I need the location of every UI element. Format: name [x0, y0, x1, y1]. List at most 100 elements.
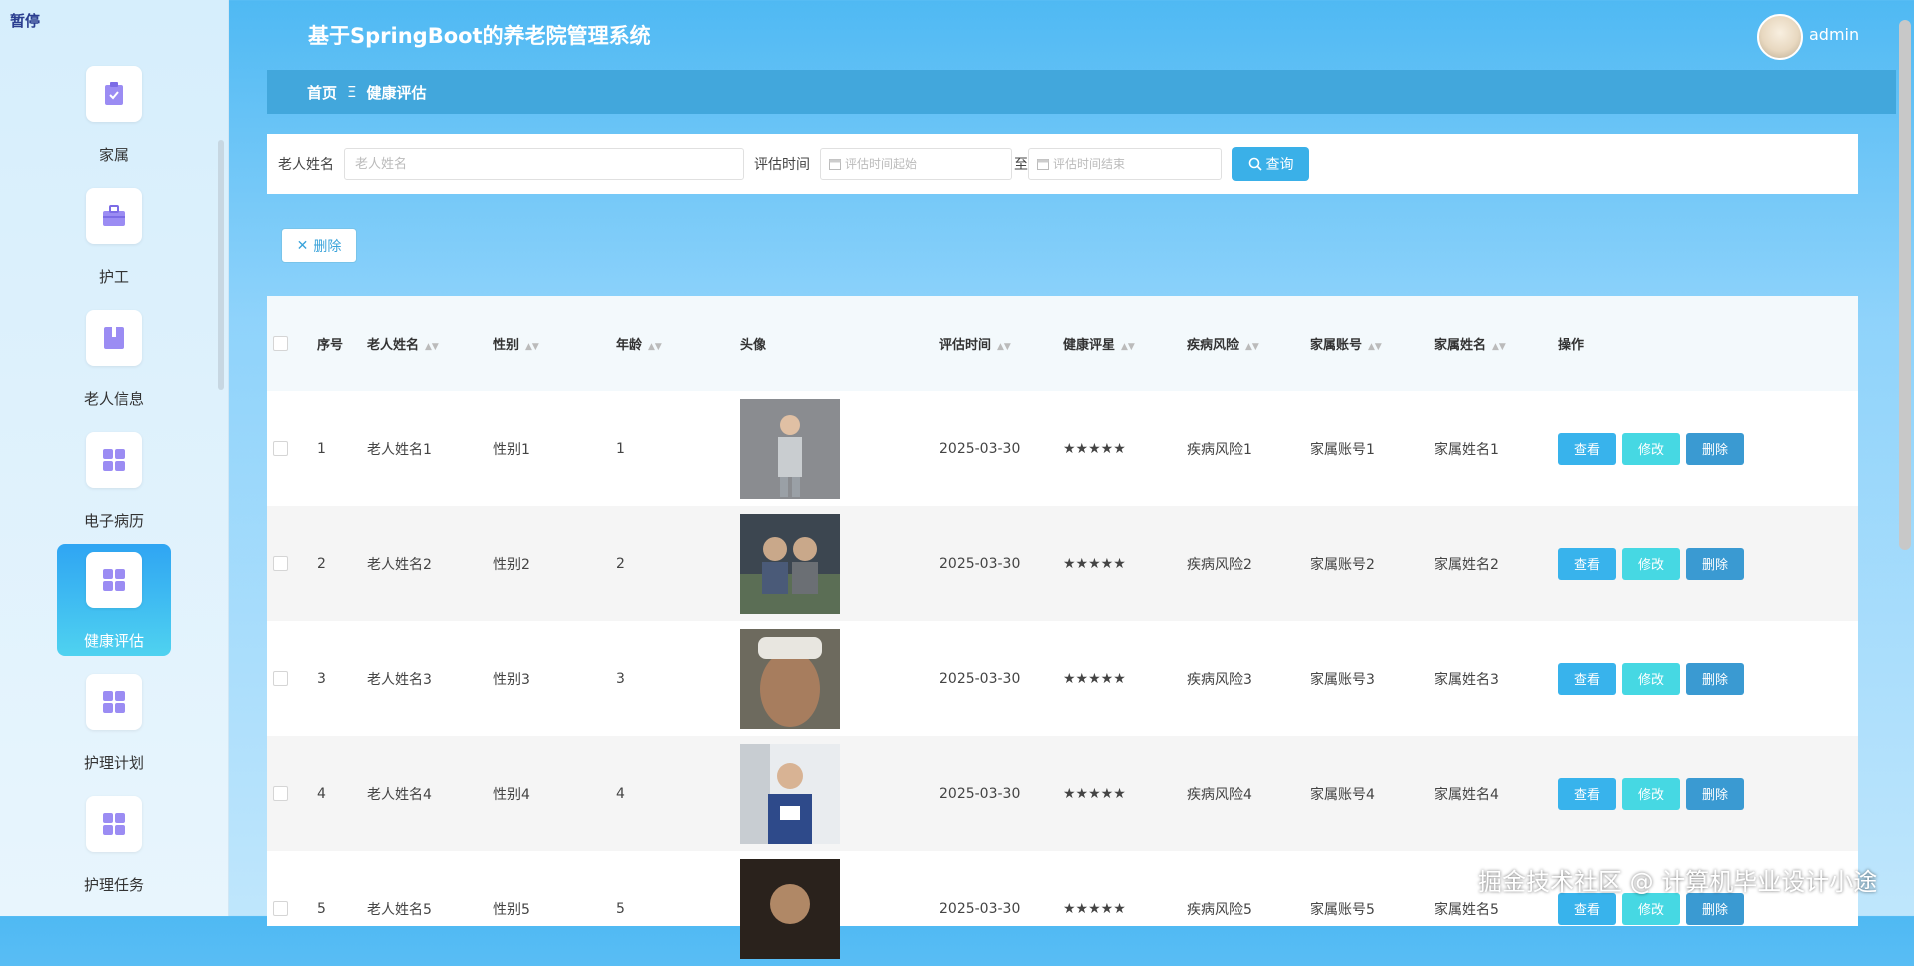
end-date-picker[interactable]: [1028, 148, 1222, 180]
page-scrollbar[interactable]: [1899, 20, 1911, 550]
row-checkbox[interactable]: [273, 671, 288, 686]
header-rating[interactable]: 健康评星 ▲▼: [1058, 334, 1182, 353]
cell-sex: 性别4: [493, 786, 530, 803]
sort-icon[interactable]: ▲▼: [1368, 342, 1382, 352]
view-button[interactable]: 查看: [1558, 662, 1616, 695]
cell-family-name: 家属姓名2: [1434, 556, 1499, 573]
name-label: 老人姓名: [278, 157, 334, 173]
header-account[interactable]: 家属账号 ▲▼: [1305, 334, 1429, 353]
cell-family-name: 家属姓名4: [1434, 786, 1499, 803]
cell-rating: ★★★★★: [1063, 440, 1126, 457]
cell-age: 1: [616, 440, 625, 457]
elder-photo[interactable]: [740, 398, 840, 499]
delete-button[interactable]: 删除: [1686, 777, 1744, 810]
sidebar-item-elder-info[interactable]: 老人信息: [57, 302, 171, 414]
sort-icon[interactable]: ▲▼: [1492, 342, 1506, 352]
header-risk[interactable]: 疾病风险 ▲▼: [1182, 334, 1305, 353]
pause-label[interactable]: 暂停: [10, 10, 40, 31]
sidebar-item-label: 老人信息: [83, 390, 144, 408]
search-icon: [1248, 157, 1262, 171]
sort-icon[interactable]: ▲▼: [997, 342, 1011, 352]
grid-icon: [86, 432, 142, 488]
view-button[interactable]: 查看: [1558, 777, 1616, 810]
cell-sex: 性别1: [493, 441, 530, 458]
sidebar-item-caregiver[interactable]: 护工: [57, 180, 171, 292]
sort-icon[interactable]: ▲▼: [1245, 342, 1259, 352]
cell-name: 老人姓名3: [367, 671, 432, 688]
elder-photo[interactable]: [740, 858, 840, 959]
cell-family-name: 家属姓名1: [1434, 441, 1499, 458]
sidebar-item-care-plan[interactable]: 护理计划: [57, 666, 171, 778]
cell-risk: 疾病风险2: [1187, 556, 1252, 573]
edit-button[interactable]: 修改: [1622, 777, 1680, 810]
cell-account: 家属账号1: [1310, 441, 1375, 458]
breadcrumb-home[interactable]: 首页: [307, 82, 337, 103]
elder-photo[interactable]: [740, 513, 840, 614]
delete-button[interactable]: 删除: [1686, 547, 1744, 580]
cell-time: 2025-03-30: [939, 900, 1021, 917]
view-button[interactable]: 查看: [1558, 432, 1616, 465]
assessment-table: 序号 老人姓名 ▲▼ 性别 ▲▼ 年龄 ▲▼ 头像 评估时间 ▲▼ 健康评星 ▲▼ 疾病风…: [267, 296, 1858, 959]
cell-no: 3: [317, 670, 326, 687]
cell-sex: 性别2: [493, 556, 530, 573]
time-label: 评估时间: [754, 157, 810, 173]
cell-name: 老人姓名1: [367, 441, 432, 458]
cell-no: 2: [317, 555, 326, 572]
header-age[interactable]: 年龄 ▲▼: [611, 334, 735, 353]
row-checkbox[interactable]: [273, 441, 288, 456]
username[interactable]: admin: [1809, 25, 1859, 44]
row-checkbox[interactable]: [273, 556, 288, 571]
cell-age: 5: [616, 900, 625, 917]
view-button[interactable]: 查看: [1558, 547, 1616, 580]
end-date-input[interactable]: [1049, 150, 1199, 178]
sidebar-item-label: 护理任务: [83, 876, 144, 894]
row-checkbox[interactable]: [273, 901, 288, 916]
watermark: 掘金技术社区 @ 计算机毕业设计小途: [1478, 868, 1878, 896]
cell-time: 2025-03-30: [939, 555, 1021, 572]
header-sex[interactable]: 性别 ▲▼: [488, 334, 611, 353]
query-button[interactable]: 查询: [1232, 147, 1309, 181]
sidebar-item-medical-records[interactable]: 电子病历: [57, 424, 171, 536]
sidebar-scrollbar[interactable]: [218, 140, 224, 390]
delete-button[interactable]: 删除: [1686, 432, 1744, 465]
cell-risk: 疾病风险3: [1187, 671, 1252, 688]
edit-button[interactable]: 修改: [1622, 662, 1680, 695]
edit-button[interactable]: 修改: [1622, 432, 1680, 465]
start-date-picker[interactable]: [820, 148, 1012, 180]
elder-photo[interactable]: [740, 628, 840, 729]
view-button[interactable]: 查看: [1558, 892, 1616, 925]
sidebar-item-label: 健康评估: [83, 632, 144, 650]
edit-button[interactable]: 修改: [1622, 892, 1680, 925]
sidebar-item-health-assessment[interactable]: 健康评估: [57, 544, 171, 656]
sidebar-item-label: 电子病历: [83, 512, 144, 530]
batch-delete-label: 删除: [313, 238, 342, 255]
breadcrumb-current: 健康评估: [366, 83, 427, 102]
batch-delete-button[interactable]: ✕ 删除: [281, 228, 357, 263]
table-row: 3 老人姓名3 性别3 3 2025-03-30 ★★★★★ 疾病风险3 家属账…: [267, 621, 1858, 736]
sort-icon[interactable]: ▲▼: [648, 342, 662, 352]
sort-icon[interactable]: ▲▼: [1121, 342, 1135, 352]
sidebar-item-care-task[interactable]: 护理任务: [57, 788, 171, 900]
cell-risk: 疾病风险1: [1187, 441, 1252, 458]
table-header: 序号 老人姓名 ▲▼ 性别 ▲▼ 年龄 ▲▼ 头像 评估时间 ▲▼ 健康评星 ▲▼ 疾病风…: [267, 296, 1858, 391]
search-bar: 老人姓名 评估时间 至 查询: [267, 134, 1858, 194]
sort-icon[interactable]: ▲▼: [425, 342, 439, 352]
cell-time: 2025-03-30: [939, 785, 1021, 802]
app-title: 基于SpringBoot的养老院管理系统: [308, 24, 651, 48]
start-date-input[interactable]: [841, 150, 991, 178]
header-time[interactable]: 评估时间 ▲▼: [934, 334, 1058, 353]
elder-name-input[interactable]: [344, 148, 744, 180]
header-family-name[interactable]: 家属姓名 ▲▼: [1429, 334, 1553, 353]
select-all-checkbox[interactable]: [273, 336, 288, 351]
avatar[interactable]: [1757, 14, 1803, 60]
sort-icon[interactable]: ▲▼: [525, 342, 539, 352]
delete-button[interactable]: 删除: [1686, 892, 1744, 925]
header-name[interactable]: 老人姓名 ▲▼: [362, 334, 488, 353]
sidebar-item-family[interactable]: 家属: [57, 58, 171, 170]
edit-button[interactable]: 修改: [1622, 547, 1680, 580]
cell-risk: 疾病风险4: [1187, 786, 1252, 803]
row-checkbox[interactable]: [273, 786, 288, 801]
elder-photo[interactable]: [740, 743, 840, 844]
cell-rating: ★★★★★: [1063, 900, 1126, 917]
delete-button[interactable]: 删除: [1686, 662, 1744, 695]
